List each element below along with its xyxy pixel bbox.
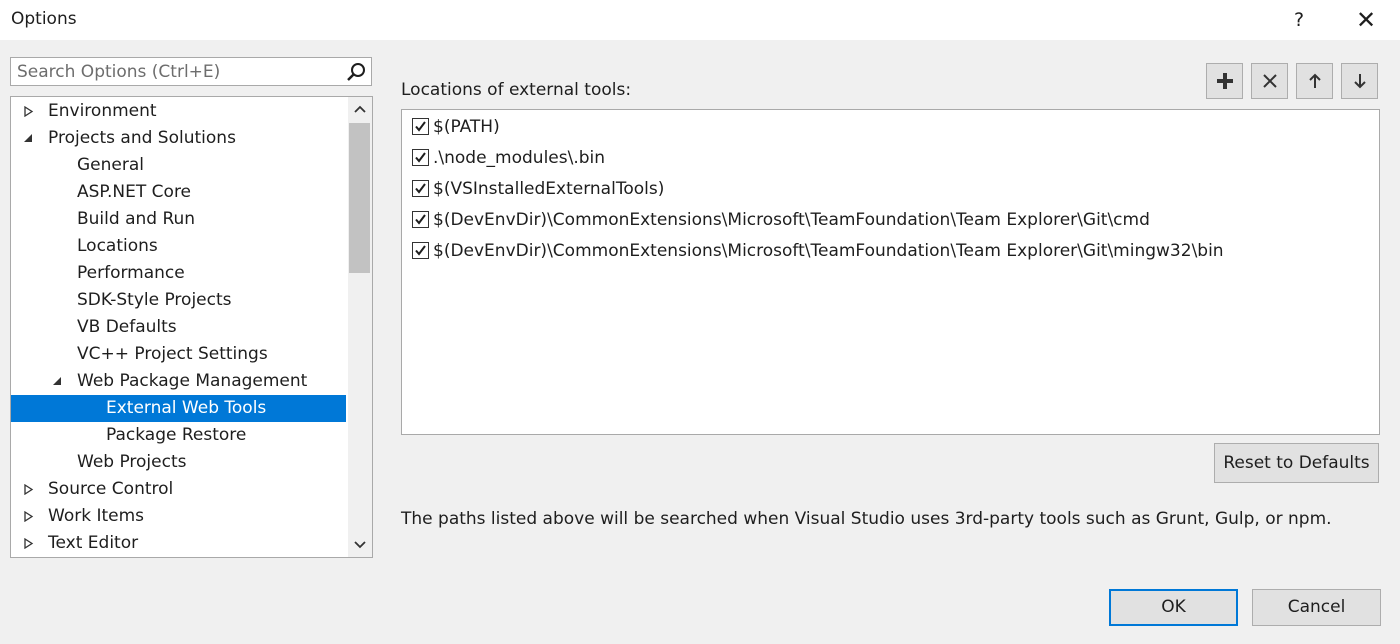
window-title: Options — [11, 9, 77, 29]
location-path: $(DevEnvDir)\CommonExtensions\Microsoft\… — [433, 241, 1224, 261]
tree-item-label: Source Control — [48, 479, 174, 499]
expanded-arrow-icon[interactable] — [52, 368, 66, 395]
collapsed-arrow-icon[interactable] — [23, 98, 37, 125]
tree-item[interactable]: Build and Run — [11, 206, 346, 233]
reset-defaults-button[interactable]: Reset to Defaults — [1214, 443, 1379, 483]
tree-item[interactable]: Source Control — [11, 476, 346, 503]
search-icon[interactable] — [346, 61, 368, 83]
tree-item-label: Performance — [77, 263, 185, 283]
tree-item[interactable]: SDK-Style Projects — [11, 287, 346, 314]
tree-item-label: Text Editor — [48, 533, 139, 553]
move-down-button[interactable] — [1341, 63, 1378, 99]
check-icon — [415, 183, 426, 194]
collapsed-arrow-icon[interactable] — [23, 530, 37, 557]
scroll-down-icon[interactable] — [348, 533, 372, 557]
tree-item-label: Package Restore — [106, 425, 247, 445]
locations-label: Locations of external tools: — [401, 80, 632, 100]
tree-item-label: Environment — [48, 101, 157, 121]
tree-item[interactable]: VC++ Project Settings — [11, 341, 346, 368]
collapsed-arrow-icon[interactable] — [23, 503, 37, 530]
tree-item[interactable]: Performance — [11, 260, 346, 287]
location-path: $(PATH) — [433, 117, 500, 137]
options-tree: Environment Projects and Solutions General… — [10, 96, 373, 558]
expanded-arrow-icon[interactable] — [23, 125, 37, 152]
location-checkbox[interactable] — [412, 180, 429, 197]
add-icon — [1217, 73, 1233, 89]
tree-item-label: VB Defaults — [77, 317, 177, 337]
tree-item[interactable]: General — [11, 152, 346, 179]
title-bar: Options ? ✕ — [0, 0, 1400, 40]
location-path: $(VSInstalledExternalTools) — [433, 179, 665, 199]
tree-item[interactable]: External Web Tools — [11, 395, 346, 422]
arrow-down-icon — [1354, 74, 1366, 89]
help-button[interactable]: ? — [1284, 4, 1314, 36]
scroll-up-icon[interactable] — [348, 97, 372, 121]
tree-item-label: Work Items — [48, 506, 145, 526]
tree-scrollbar[interactable] — [348, 97, 372, 557]
search-box — [10, 57, 372, 86]
location-path: $(DevEnvDir)\CommonExtensions\Microsoft\… — [433, 210, 1150, 230]
add-button[interactable] — [1206, 63, 1243, 99]
scroll-thumb[interactable] — [349, 123, 370, 273]
tree-item[interactable]: Text Editor — [11, 530, 346, 557]
check-icon — [415, 245, 426, 256]
tree-item[interactable]: ASP.NET Core — [11, 179, 346, 206]
arrow-up-icon — [1309, 73, 1321, 88]
location-checkbox[interactable] — [412, 118, 429, 135]
close-button[interactable]: ✕ — [1350, 4, 1382, 36]
ok-button[interactable]: OK — [1109, 589, 1238, 626]
search-input[interactable] — [11, 58, 353, 85]
tree-item-label: External Web Tools — [106, 398, 267, 418]
tree-item-label: SDK-Style Projects — [77, 290, 232, 310]
cancel-button[interactable]: Cancel — [1252, 589, 1381, 626]
check-icon — [415, 152, 426, 163]
location-checkbox[interactable] — [412, 149, 429, 166]
location-path: .\node_modules\.bin — [433, 148, 606, 168]
tree-item[interactable]: Projects and Solutions — [11, 125, 346, 152]
tree-item[interactable]: VB Defaults — [11, 314, 346, 341]
tree-item-label: Projects and Solutions — [48, 128, 236, 148]
collapsed-arrow-icon[interactable] — [23, 476, 37, 503]
tree-item[interactable]: Web Projects — [11, 449, 346, 476]
check-icon — [415, 121, 426, 132]
tree-item-label: VC++ Project Settings — [77, 344, 268, 364]
delete-button[interactable] — [1251, 63, 1288, 99]
location-checkbox[interactable] — [412, 211, 429, 228]
location-checkbox[interactable] — [412, 242, 429, 259]
tree-item[interactable]: Work Items — [11, 503, 346, 530]
tree-item-label: Web Package Management — [77, 371, 308, 391]
tree-item[interactable]: Environment — [11, 98, 346, 125]
tree-item[interactable]: Web Package Management — [11, 368, 346, 395]
tree-item-label: Web Projects — [77, 452, 187, 472]
tree-item-label: Locations — [77, 236, 158, 256]
locations-list: $(PATH) .\node_modules\.bin $(VSInstalledE… — [401, 109, 1380, 435]
tree-item-label: General — [77, 155, 144, 175]
tree-item-label: ASP.NET Core — [77, 182, 192, 202]
move-up-button[interactable] — [1296, 63, 1333, 99]
tree-item[interactable]: Locations — [11, 233, 346, 260]
tree-item-label: Build and Run — [77, 209, 196, 229]
description-text: The paths listed above will be searched … — [401, 509, 1332, 529]
check-icon — [415, 214, 426, 225]
tree-item[interactable]: Package Restore — [11, 422, 346, 449]
delete-icon — [1263, 74, 1277, 88]
